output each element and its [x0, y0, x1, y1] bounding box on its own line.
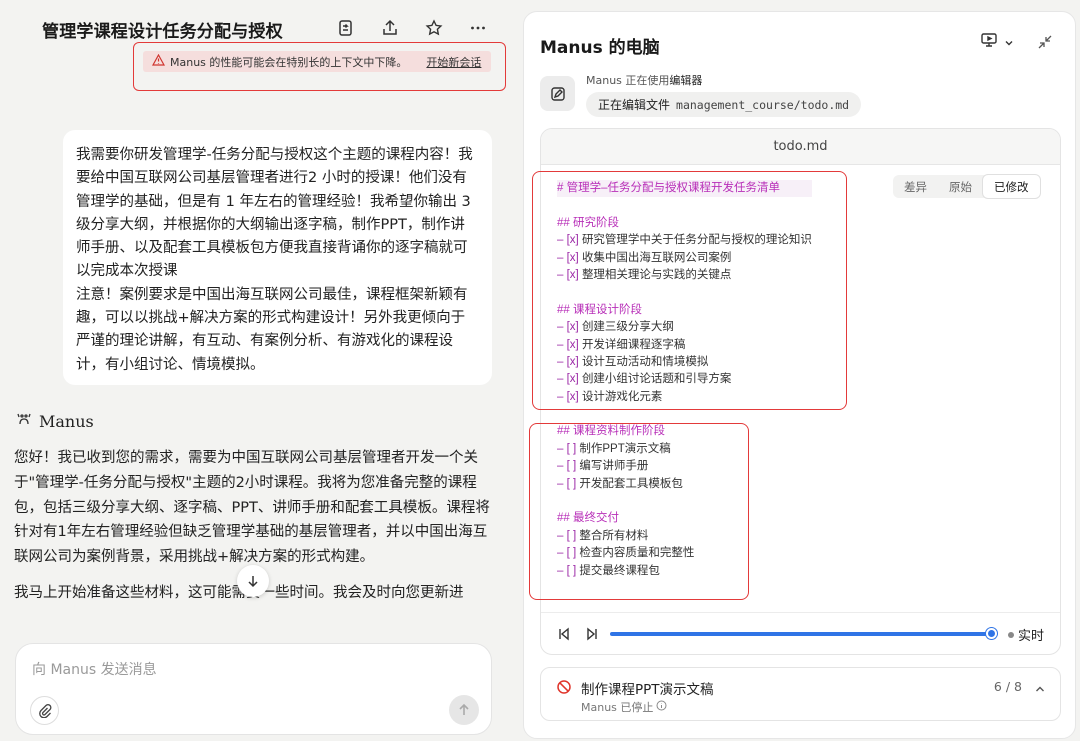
tab-original[interactable]: 原始 [938, 175, 983, 198]
new-session-link[interactable]: 开始新会话 [426, 54, 481, 70]
live-indicator[interactable]: 实时 [1008, 625, 1044, 644]
scroll-to-bottom-button[interactable] [237, 565, 269, 597]
user-message-para: 注意！案例要求是中国出海互联网公司最佳，课程框架新颖有趣，可以以挑战+解决方案的… [76, 286, 468, 373]
tool-name: 编辑器 [669, 74, 703, 87]
composer-placeholder[interactable]: 向 Manus 发送消息 [32, 659, 157, 679]
collapse-icon[interactable] [1037, 34, 1053, 54]
more-icon[interactable] [466, 16, 490, 40]
share-session-icon[interactable] [334, 16, 358, 40]
star-icon[interactable] [422, 16, 446, 40]
replay-progress-track[interactable] [610, 632, 988, 636]
manus-logo-icon [16, 411, 32, 431]
warning-text: Manus 的性能可能会在特别长的上下文中下降。 [170, 55, 408, 69]
highlight-box-pending [529, 423, 749, 600]
highlight-box-completed [532, 171, 847, 410]
assistant-name: Manus [39, 411, 94, 431]
editing-label: 正在编辑文件 [598, 98, 671, 112]
chat-panel: 管理学课程设计任务分配与授权 Manus 的性能可能会在特别长的上下文中下降。 … [0, 0, 520, 741]
skip-forward-icon[interactable] [585, 626, 599, 645]
file-path: management_course/todo.md [676, 97, 850, 112]
stopped-icon [556, 679, 572, 699]
task-status-text: Manus 已停止 [581, 701, 654, 714]
tool-status: Manus 正在使用编辑器 [586, 72, 702, 88]
editing-file-pill: 正在编辑文件 management_course/todo.md [586, 92, 862, 117]
tab-modified[interactable]: 已修改 [983, 175, 1040, 198]
info-icon[interactable] [656, 700, 667, 714]
chevron-up-icon[interactable] [1034, 680, 1046, 699]
task-name: 制作课程PPT演示文稿 [581, 682, 714, 698]
context-warning-banner: Manus 的性能可能会在特别长的上下文中下降。 开始新会话 [143, 51, 491, 72]
message-composer[interactable]: 向 Manus 发送消息 [15, 643, 492, 735]
editor-tool-icon [540, 76, 575, 111]
replay-controls: 实时 [541, 612, 1060, 654]
tab-diff[interactable]: 差异 [893, 175, 938, 198]
live-dot [1008, 631, 1014, 638]
send-button[interactable] [449, 695, 479, 725]
user-message: 我需要你研发管理学-任务分配与授权这个主题的课程内容！我要给中国互联网公司基层管… [63, 130, 492, 385]
attach-button[interactable] [30, 696, 59, 725]
view-mode-tabs: 差异 原始 已修改 [893, 175, 1040, 198]
upload-share-icon[interactable] [378, 16, 402, 40]
reply-para: 您好！我已收到您的需求，需要为中国互联网公司基层管理者开发一个关于"管理学-任务… [14, 450, 490, 566]
chat-title: 管理学课程设计任务分配与授权 [42, 22, 283, 42]
task-status: Manus 已停止 [581, 699, 667, 715]
live-label: 实时 [1018, 629, 1045, 644]
warning-icon [151, 53, 166, 69]
user-message-para: 我需要你研发管理学-任务分配与授权这个主题的课程内容！我要给中国互联网公司基层管… [76, 147, 473, 280]
monitor-icon [980, 32, 998, 52]
editor-file-name: todo.md [541, 129, 1060, 165]
current-task-card[interactable]: 制作课程PPT演示文稿 Manus 已停止 6 / 8 [540, 667, 1061, 721]
screen-view-dropdown[interactable] [980, 32, 1014, 52]
tool-status-prefix: Manus 正在使用 [586, 74, 670, 87]
replay-progress-knob[interactable] [986, 628, 997, 639]
assistant-label: Manus [16, 411, 94, 431]
computer-panel-title: Manus 的电脑 [540, 38, 660, 58]
task-progress-count: 6 / 8 [993, 679, 1022, 694]
skip-back-icon[interactable] [557, 626, 571, 645]
chat-header-actions [334, 16, 490, 40]
chevron-down-icon [1004, 33, 1014, 52]
